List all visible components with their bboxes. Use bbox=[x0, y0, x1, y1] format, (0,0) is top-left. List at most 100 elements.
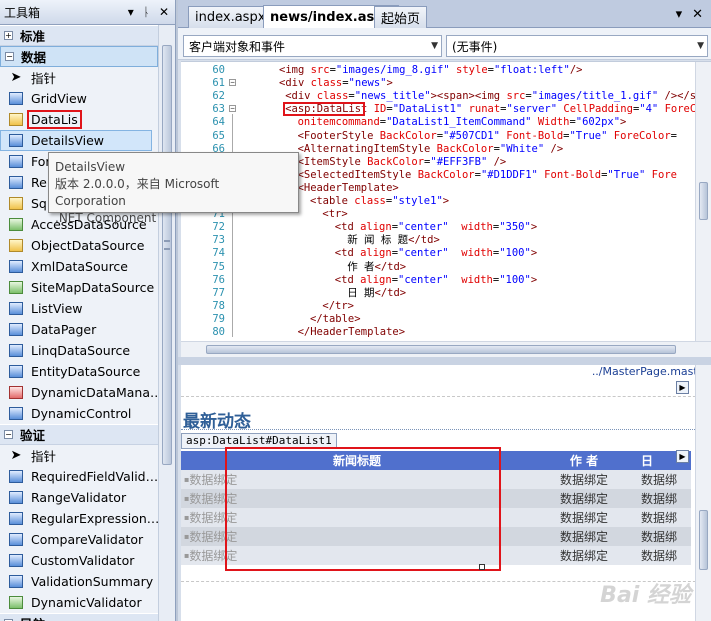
toolbox-item[interactable]: DynamicValidator bbox=[0, 592, 158, 613]
code-token: align bbox=[360, 273, 392, 286]
line-number: 64 bbox=[212, 116, 225, 129]
toolbox-item[interactable]: CustomValidator bbox=[0, 550, 158, 571]
code-token: > bbox=[620, 116, 627, 129]
toolbox-item-label: DynamicControl bbox=[31, 406, 132, 421]
toolbox-item[interactable]: LinqDataSource bbox=[0, 340, 158, 361]
toolbox-section-header[interactable]: − 数据 bbox=[0, 46, 158, 67]
code-token: BackColor bbox=[367, 155, 425, 168]
code-horizontal-scrollbar[interactable] bbox=[181, 341, 711, 357]
code-token: <td bbox=[334, 273, 361, 286]
pointer-icon: ➤ bbox=[10, 70, 22, 85]
table-cell: 数据绑 bbox=[635, 489, 691, 508]
tab-start-page[interactable]: 起始页 bbox=[374, 6, 428, 28]
toolbox-item-label: ListView bbox=[31, 301, 83, 316]
code-token: "DataList1" bbox=[392, 103, 463, 116]
code-token: <td bbox=[334, 221, 361, 234]
control-icon bbox=[9, 239, 23, 252]
line-number: 76 bbox=[212, 273, 225, 286]
toolbox-section-header[interactable]: − 验证 bbox=[0, 424, 158, 445]
code-token: "True" bbox=[607, 168, 646, 181]
code-line: <ItemStyle BackColor="#EFF3FB" /> bbox=[298, 156, 507, 169]
code-vertical-scrollbar[interactable] bbox=[695, 62, 711, 341]
line-number: 61 bbox=[212, 77, 225, 90]
toolbox-item[interactable]: ObjectDataSource bbox=[0, 235, 158, 256]
code-token: "#507CD1" bbox=[443, 129, 500, 142]
toolbox-item-label: ObjectDataSource bbox=[31, 238, 145, 253]
code-token: "news_title" bbox=[354, 90, 431, 103]
code-token: Font-Bold bbox=[506, 129, 564, 142]
toolbox-item[interactable]: ➤ 指针 bbox=[0, 445, 158, 466]
toolbox-item[interactable]: DynamicControl bbox=[0, 403, 158, 424]
toolbox-item[interactable]: XmlDataSource bbox=[0, 256, 158, 277]
section-underline bbox=[181, 429, 711, 430]
toolbox-item[interactable]: DynamicDataMana… bbox=[0, 382, 158, 403]
split-view-divider[interactable] bbox=[178, 357, 711, 365]
code-token: = bbox=[670, 129, 677, 142]
toolbox-item[interactable]: SiteMapDataSource bbox=[0, 277, 158, 298]
toolbox-item[interactable]: EntityDataSource bbox=[0, 361, 158, 382]
code-token: src bbox=[310, 64, 330, 76]
pin-icon[interactable]: ᚿ bbox=[143, 5, 150, 19]
code-line: <td align="center" width="350"> bbox=[335, 221, 537, 234]
toolbox-section-label: 标准 bbox=[20, 29, 46, 44]
toolbox-section-header[interactable]: + 标准 bbox=[0, 25, 158, 46]
toolbox-item[interactable]: ListView bbox=[0, 298, 158, 319]
client-objects-select[interactable]: 客户端对象和事件 ▼ bbox=[183, 35, 442, 57]
header-author: 作 者 bbox=[569, 454, 599, 468]
tab-index-aspx[interactable]: index.aspx bbox=[188, 6, 273, 28]
scrollbar-thumb[interactable] bbox=[699, 182, 708, 220]
code-token: > bbox=[442, 195, 450, 207]
code-line: </tr> bbox=[322, 300, 354, 313]
toolbox-item[interactable]: ValidationSummary bbox=[0, 571, 158, 592]
code-line: <SelectedItemStyle BackColor="#D1DDF1" F… bbox=[298, 169, 677, 182]
toolbox-item[interactable]: DataLis bbox=[0, 109, 158, 130]
code-token: ID bbox=[373, 103, 387, 116]
close-document-icon[interactable]: ✕ bbox=[692, 7, 703, 22]
toolbox-section-header[interactable]: +导航 bbox=[0, 613, 158, 621]
toolbox-item[interactable]: ➤ 指针 bbox=[0, 67, 158, 88]
control-icon bbox=[9, 470, 23, 483]
events-select[interactable]: (无事件) ▼ bbox=[446, 35, 708, 57]
collapse-icon[interactable]: − bbox=[229, 105, 236, 113]
code-line: </table> bbox=[310, 313, 361, 326]
design-vertical-scrollbar[interactable] bbox=[695, 365, 711, 621]
toolbox-item[interactable]: DataPager bbox=[0, 319, 158, 340]
code-token: /> bbox=[493, 155, 507, 168]
dropdown-icon[interactable]: ▾ bbox=[128, 5, 134, 19]
code-token: Width bbox=[537, 116, 570, 129]
datalist-smart-tag-icon[interactable]: ▶ bbox=[676, 450, 689, 463]
code-line: <tr> bbox=[322, 208, 347, 221]
line-number: 63 bbox=[212, 103, 225, 116]
smart-tag-icon[interactable]: ▶ bbox=[676, 381, 689, 394]
code-token: </HeaderTemplate> bbox=[297, 326, 406, 338]
toolbox-item-label: CustomValidator bbox=[31, 553, 135, 568]
code-token: "style1" bbox=[392, 195, 443, 207]
code-line: 新 闻 标 题</td> bbox=[347, 234, 440, 247]
close-icon[interactable]: ✕ bbox=[159, 5, 169, 19]
code-token: 新 闻 标 题 bbox=[347, 234, 409, 247]
master-page-link[interactable]: ../MasterPage.master bbox=[592, 365, 709, 378]
control-icon bbox=[9, 281, 23, 294]
control-icon bbox=[9, 596, 23, 609]
design-view[interactable]: ../MasterPage.master ▶ 最新动态 asp:DataList… bbox=[181, 365, 711, 621]
code-token: </td> bbox=[374, 286, 407, 299]
code-token: "center" bbox=[398, 273, 449, 286]
toolbox-item[interactable]: RegularExpression… bbox=[0, 508, 158, 529]
resize-handle[interactable] bbox=[479, 564, 485, 570]
scrollbar-thumb[interactable] bbox=[699, 510, 708, 570]
code-token: "server" bbox=[506, 103, 558, 116]
toolbox-item[interactable]: RequiredFieldValid… bbox=[0, 466, 158, 487]
scrollbar-thumb[interactable] bbox=[162, 45, 172, 465]
code-token: > bbox=[530, 273, 538, 286]
toolbox-item[interactable]: DetailsView bbox=[0, 130, 152, 151]
tab-list-dropdown-icon[interactable]: ▾ bbox=[676, 7, 683, 22]
toolbox-scrollbar[interactable] bbox=[158, 25, 175, 621]
toolbox-item[interactable]: GridView bbox=[0, 88, 158, 109]
tooltip-title: DetailsView bbox=[55, 160, 126, 174]
toolbox-item[interactable]: CompareValidator bbox=[0, 529, 158, 550]
scrollbar-thumb[interactable] bbox=[206, 345, 676, 354]
toolbox-item[interactable]: RangeValidator bbox=[0, 487, 158, 508]
code-token: "center" bbox=[398, 221, 449, 234]
collapse-icon[interactable]: − bbox=[229, 79, 236, 87]
toolbox-item-label: RegularExpression… bbox=[31, 511, 158, 526]
